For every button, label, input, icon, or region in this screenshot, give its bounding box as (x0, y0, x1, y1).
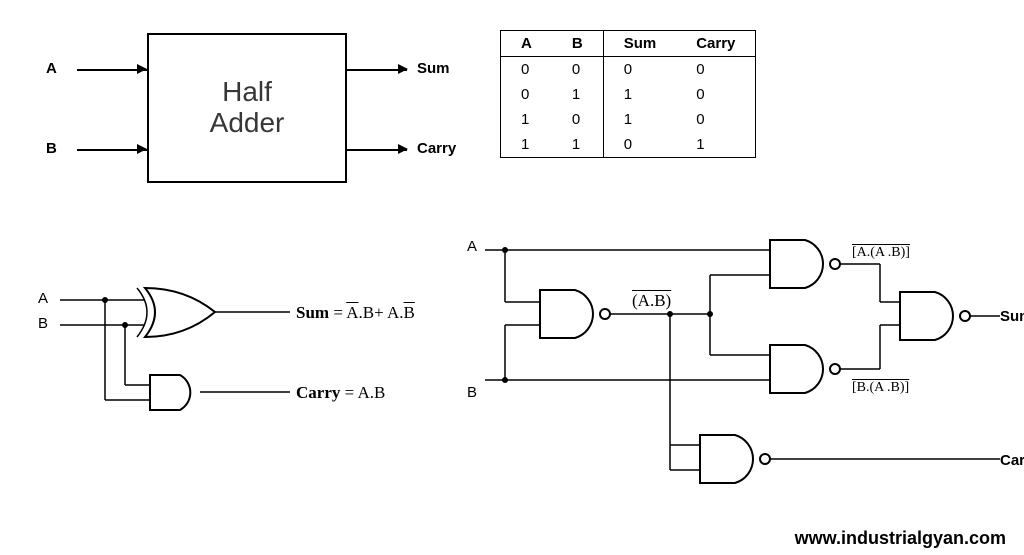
cell: 0 (603, 57, 676, 83)
block-title-1: Half (222, 76, 272, 107)
cell: 0 (676, 82, 756, 107)
th-b: B (552, 31, 603, 57)
truth-table-body: 0000 0110 1010 1101 (501, 57, 756, 158)
nand-mid-label: ((A.B)A.B) (632, 291, 671, 311)
and-carry-equation: Carry = A.B (296, 383, 385, 403)
cell: 0 (552, 57, 603, 83)
block-output-sum-label: Sum (417, 60, 450, 77)
cell: 1 (676, 132, 756, 158)
block-input-b-label: B (46, 140, 57, 157)
nand-input-b: B (467, 384, 477, 401)
nand-carry-label: Carry (1000, 452, 1024, 469)
cell: 1 (552, 82, 603, 107)
cell: 1 (501, 107, 552, 132)
nand-top-expr: [A.(A .B)] (852, 245, 910, 261)
cell: 0 (676, 57, 756, 83)
th-sum: Sum (603, 31, 676, 57)
xor-input-b: B (38, 315, 48, 332)
cell: 1 (552, 132, 603, 158)
nand-sum-label: Sum (1000, 308, 1024, 325)
cell: 1 (603, 107, 676, 132)
half-adder-block: Half Adder (147, 33, 347, 183)
block-input-a-label: A (46, 60, 57, 77)
th-carry: Carry (676, 31, 756, 57)
cell: 0 (501, 57, 552, 83)
cell: 1 (603, 82, 676, 107)
eq-prefix: = (329, 303, 346, 322)
block-arrow-b (137, 144, 147, 154)
cell: 1 (501, 132, 552, 158)
xor-input-a: A (38, 290, 48, 307)
block-arrow-a (137, 64, 147, 74)
xor-and-circuit (30, 270, 440, 470)
cell: 0 (676, 107, 756, 132)
cell: 0 (603, 132, 676, 158)
nand-circuit (460, 230, 1020, 520)
carry-eq: = A.B (340, 383, 385, 402)
block-title-2: Adder (210, 107, 285, 138)
nand-input-a: A (467, 238, 477, 255)
truth-table: A B Sum Carry 0000 0110 1010 1101 (500, 30, 756, 158)
watermark: www.industrialgyan.com (795, 528, 1006, 549)
cell: 0 (501, 82, 552, 107)
xor-sum-equation: Sum = A.B+ A.B (296, 303, 415, 323)
nand-bot-expr: [B.(A .B)] (852, 380, 909, 396)
th-a: A (501, 31, 552, 57)
a-bar: A (346, 303, 358, 322)
block-arrow-carry (398, 144, 408, 154)
block-output-carry-label: Carry (417, 140, 456, 157)
mid: .B+ A. (359, 303, 404, 322)
carry-word: Carry (296, 383, 340, 402)
block-arrow-sum (398, 64, 408, 74)
cell: 0 (552, 107, 603, 132)
b-bar: B (404, 303, 415, 322)
sum-word: Sum (296, 303, 329, 322)
